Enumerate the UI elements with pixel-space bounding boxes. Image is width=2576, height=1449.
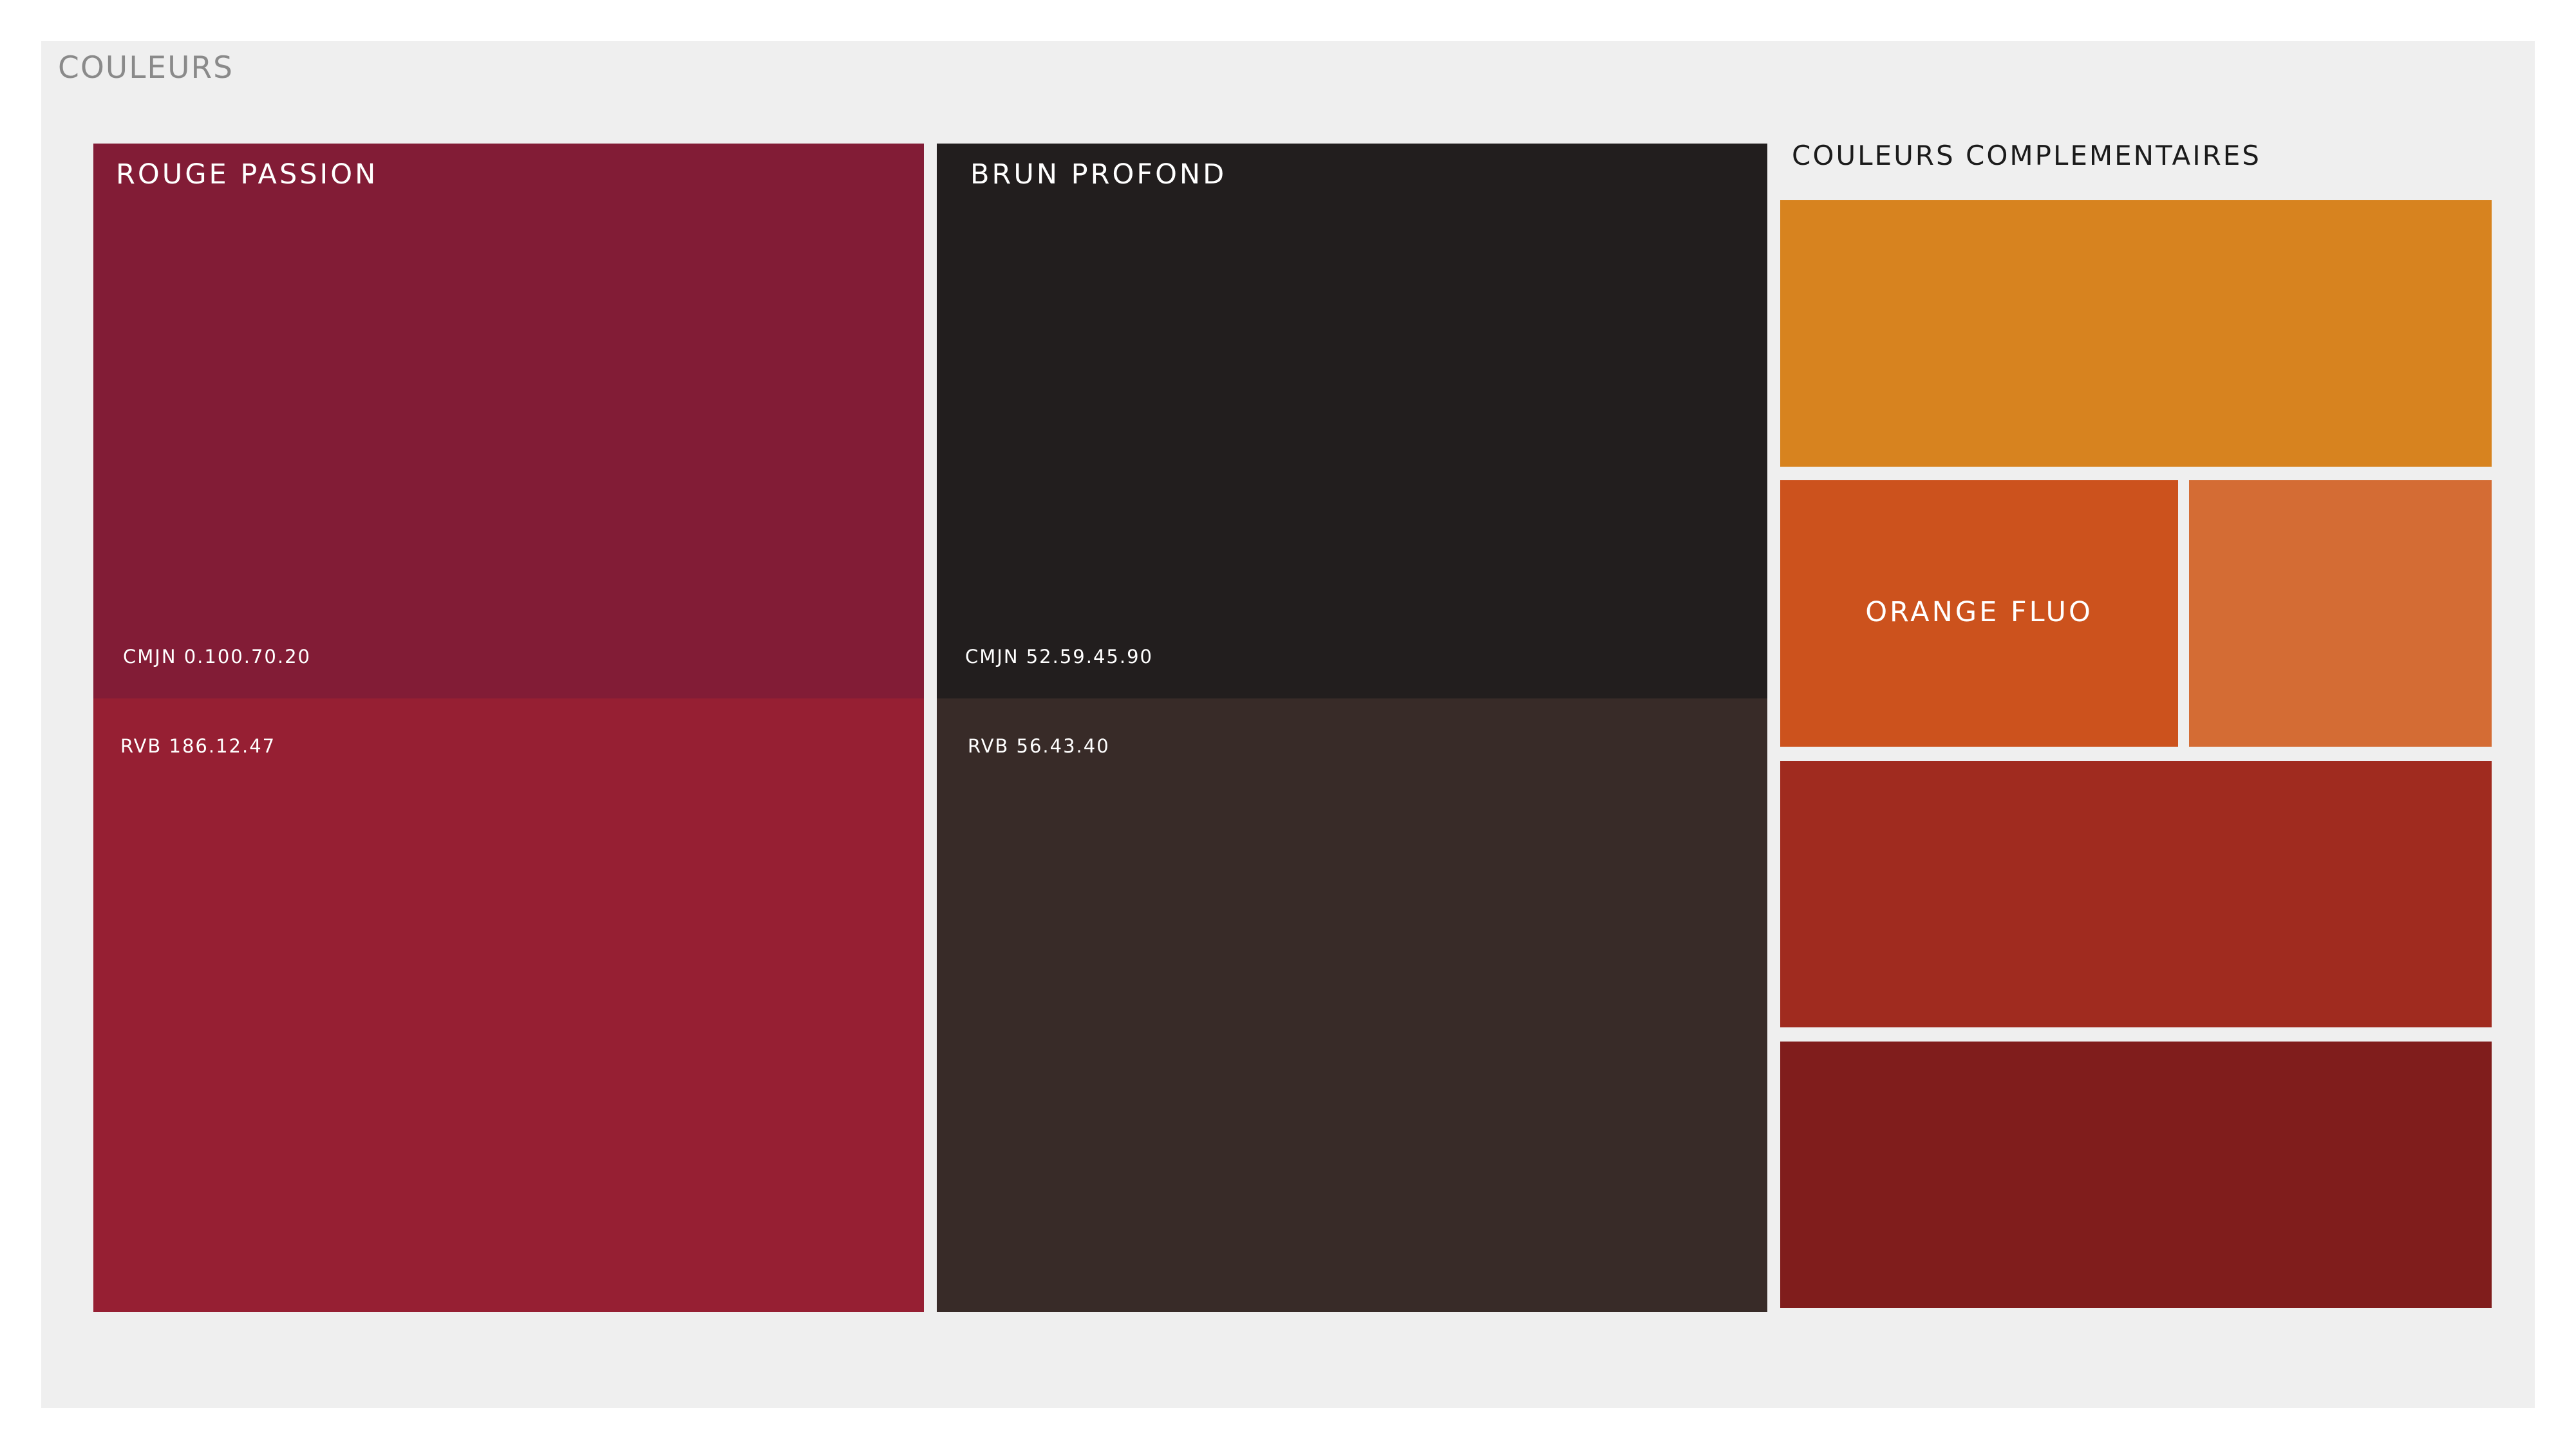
brun-profond-cmjn: CMJN 52.59.45.90 — [965, 646, 1153, 668]
rouge-passion-top-swatch — [93, 144, 924, 698]
rouge-passion-cmjn: CMJN 0.100.70.20 — [123, 646, 311, 668]
brun-profond-bottom-swatch — [937, 698, 1767, 1312]
brun-profond-top-swatch — [937, 144, 1767, 698]
page-title: COULEURS — [58, 50, 234, 86]
swatch-light-orange — [2189, 480, 2492, 747]
brun-profond-name: BRUN PROFOND — [970, 158, 1227, 191]
rouge-passion-bottom-swatch — [93, 698, 924, 1312]
orange-fluo-label: ORANGE FLUO — [1865, 596, 2093, 628]
rouge-passion-rvb: RVB 186.12.47 — [120, 735, 276, 757]
swatch-brick-red — [1780, 761, 2492, 1027]
brun-profond-rvb: RVB 56.43.40 — [968, 735, 1110, 757]
complementary-title: COULEURS COMPLEMENTAIRES — [1792, 140, 2261, 171]
swatch-dark-red — [1780, 1042, 2492, 1308]
rouge-passion-name: ROUGE PASSION — [116, 158, 379, 191]
swatch-amber — [1780, 200, 2492, 467]
